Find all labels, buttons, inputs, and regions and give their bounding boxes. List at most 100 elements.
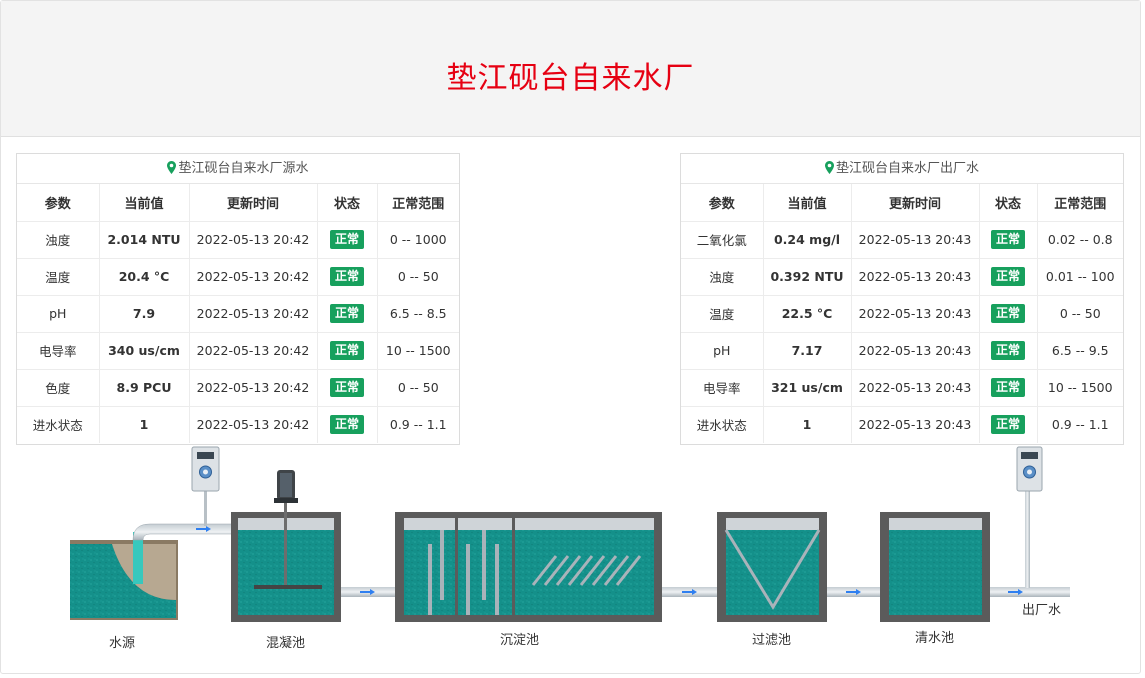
param-cell: 二氧化氯 <box>681 221 764 259</box>
value-cell: 7.9 <box>99 295 190 333</box>
table-row: 浊度 0.392 NTU 2022-05-13 20:43 正常 0.01 --… <box>681 258 1123 296</box>
value-cell: 8.9 PCU <box>99 369 190 407</box>
status-cell: 正常 <box>317 332 378 370</box>
panel-title: 垫江砚台自来水厂源水 <box>178 161 309 176</box>
range-cell: 0.02 -- 0.8 <box>1037 221 1123 259</box>
param-cell: 浊度 <box>17 221 100 259</box>
status-badge: 正常 <box>990 304 1025 323</box>
label-coagulation: 混凝池 <box>266 636 306 651</box>
table-row: 温度 20.4 °C 2022-05-13 20:42 正常 0 -- 50 <box>17 258 459 296</box>
time-cell: 2022-05-13 20:42 <box>189 221 318 259</box>
time-cell: 2022-05-13 20:43 <box>851 332 980 370</box>
status-badge: 正常 <box>990 341 1025 360</box>
table-header-row: 参数 当前值 更新时间 状态 正常范围 <box>17 184 459 222</box>
connecting-pipe <box>341 587 395 597</box>
range-cell: 0 -- 50 <box>1037 295 1123 333</box>
time-cell: 2022-05-13 20:43 <box>851 221 980 259</box>
range-cell: 6.5 -- 8.5 <box>377 295 459 333</box>
range-cell: 0.9 -- 1.1 <box>1051 417 1109 433</box>
clear-water-tank <box>880 512 990 622</box>
time-cell: 2022-05-13 20:43 <box>851 369 980 407</box>
value-cell: 1 <box>99 406 190 443</box>
table-row: 二氧化氯 0.24 mg/l 2022-05-13 20:43 正常 0.02 … <box>681 221 1123 259</box>
status-cell: 正常 <box>979 295 1038 333</box>
time-cell: 2022-05-13 20:42 <box>189 258 318 296</box>
status-cell: 正常 <box>979 406 1038 443</box>
col-status: 状态 <box>317 184 378 222</box>
value-cell: 20.4 °C <box>99 258 190 296</box>
value-cell: 1 <box>763 406 852 443</box>
process-diagram: 水源 混凝池 沉淀池 过滤池 清水池 出厂水 <box>0 440 1145 678</box>
water-quality-analyzer-icon <box>1016 446 1043 492</box>
col-value: 当前值 <box>99 184 190 222</box>
status-badge: 正常 <box>990 415 1025 435</box>
connecting-pipe <box>827 587 880 597</box>
table-row: 进水状态 1 2022-05-13 20:43 正常 0.9 -- 1.1 <box>681 406 1123 443</box>
table-row: 浊度 2.014 NTU 2022-05-13 20:42 正常 0 -- 10… <box>17 221 459 259</box>
status-badge: 正常 <box>990 378 1025 397</box>
panel-title: 垫江砚台自来水厂出厂水 <box>835 161 979 176</box>
status-badge: 正常 <box>329 415 364 435</box>
col-time: 更新时间 <box>851 184 980 222</box>
param-cell: 电导率 <box>17 332 100 370</box>
status-cell: 正常 <box>979 258 1038 296</box>
time-cell: 2022-05-13 20:42 <box>189 332 318 370</box>
value-cell: 0.24 mg/l <box>763 221 852 259</box>
label-water-source: 水源 <box>109 636 136 651</box>
range-cell: 0 -- 50 <box>377 369 459 407</box>
time-cell: 2022-05-13 20:42 <box>189 295 318 333</box>
range-cell: 0 -- 50 <box>377 258 459 296</box>
status-cell: 正常 <box>317 406 378 443</box>
label-clear-water: 清水池 <box>915 631 955 646</box>
mixer-motor-icon <box>274 470 298 503</box>
value-cell: 340 us/cm <box>99 332 190 370</box>
param-cell: 浊度 <box>681 258 764 296</box>
time-cell: 2022-05-13 20:43 <box>851 258 980 296</box>
param-cell: 进水状态 <box>17 406 100 443</box>
time-cell: 2022-05-13 20:42 <box>189 406 318 443</box>
range-cell: 0 -- 1000 <box>377 221 459 259</box>
value-cell: 22.5 °C <box>763 295 852 333</box>
time-cell: 2022-05-13 20:43 <box>851 406 980 443</box>
map-pin-icon <box>167 156 177 186</box>
status-badge: 正常 <box>329 304 364 323</box>
status-cell: 正常 <box>317 258 378 296</box>
time-cell: 2022-05-13 20:43 <box>851 295 980 333</box>
panel-caption: 垫江砚台自来水厂源水 <box>17 154 459 184</box>
col-range: 正常范围 <box>377 184 459 222</box>
outlet-pipe <box>990 490 1070 597</box>
filtration-tank <box>717 512 827 622</box>
table-row: 色度 8.9 PCU 2022-05-13 20:42 正常 0 -- 50 <box>17 369 459 407</box>
value-cell: 321 us/cm <box>763 369 852 407</box>
label-outlet-water: 出厂水 <box>1022 603 1062 618</box>
water-quality-analyzer-icon <box>191 446 220 526</box>
panel-caption: 垫江砚台自来水厂出厂水 <box>681 154 1123 184</box>
col-status: 状态 <box>979 184 1038 222</box>
status-cell: 正常 <box>317 369 378 407</box>
col-time: 更新时间 <box>189 184 318 222</box>
table-header-row: 参数 当前值 更新时间 状态 正常范围 <box>681 184 1123 222</box>
param-cell: 温度 <box>17 258 100 296</box>
source-water-table: 参数 当前值 更新时间 状态 正常范围 浊度 2.014 NTU 2022-05… <box>17 184 459 443</box>
status-badge: 正常 <box>990 267 1025 286</box>
table-row: pH 7.17 2022-05-13 20:43 正常 6.5 -- 9.5 <box>681 332 1123 370</box>
status-cell: 正常 <box>979 369 1038 407</box>
status-badge: 正常 <box>329 267 364 286</box>
param-cell: 温度 <box>681 295 764 333</box>
status-cell: 正常 <box>317 295 378 333</box>
map-pin-icon <box>824 156 834 186</box>
value-cell: 0.392 NTU <box>763 258 852 296</box>
table-row: 进水状态 1 2022-05-13 20:42 正常 0.9 -- 1.1 <box>17 406 459 443</box>
range-cell: 0.01 -- 100 <box>1037 258 1123 296</box>
range-cell: 0.9 -- 1.1 <box>389 417 447 433</box>
status-badge: 正常 <box>329 378 364 397</box>
label-filtration: 过滤池 <box>752 633 792 648</box>
table-row: 电导率 340 us/cm 2022-05-13 20:42 正常 10 -- … <box>17 332 459 370</box>
table-row: pH 7.9 2022-05-13 20:42 正常 6.5 -- 8.5 <box>17 295 459 333</box>
param-cell: pH <box>17 295 100 333</box>
label-sedimentation: 沉淀池 <box>500 633 540 648</box>
status-badge: 正常 <box>329 341 364 360</box>
col-value: 当前值 <box>763 184 852 222</box>
status-cell: 正常 <box>317 221 378 259</box>
outlet-water-panel: 垫江砚台自来水厂出厂水 参数 当前值 更新时间 状态 正常范围 二氧化氯 0.2… <box>680 153 1124 445</box>
